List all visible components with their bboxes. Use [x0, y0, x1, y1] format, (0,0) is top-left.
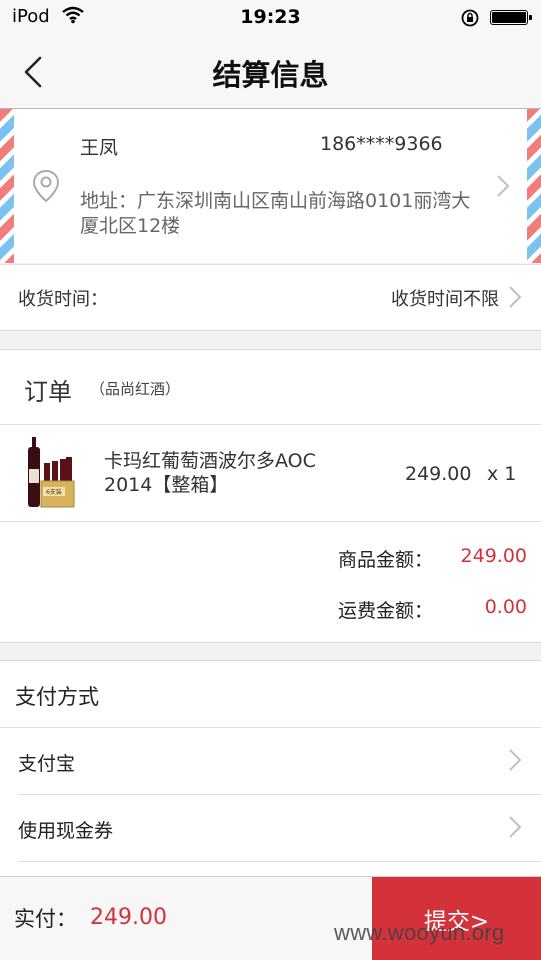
shipping-fee-label: 运费金额： — [338, 600, 434, 622]
nav-bar: 结算信息 — [0, 36, 541, 109]
location-pin-icon — [32, 169, 60, 207]
order-header: 订单 （品尚红酒） — [0, 350, 541, 425]
submit-order-button[interactable]: 提交> — [372, 877, 541, 960]
goods-amount-label: 商品金额： — [338, 549, 434, 571]
chevron-right-icon — [507, 814, 523, 844]
chevron-right-icon — [507, 747, 523, 777]
payment-option-alipay[interactable]: 支付宝 — [0, 727, 541, 794]
delivery-time-row[interactable]: 收货时间： 收货时间不限 — [0, 264, 541, 331]
store-name: （品尚红酒） — [90, 380, 181, 398]
order-section: 订单 （品尚红酒） 6支装 卡玛红葡萄酒波尔多AOC 2014【整箱】 249.… — [0, 349, 541, 643]
recipient-phone: 186****9366 — [320, 133, 443, 155]
delivery-time-value: 收货时间不限 — [391, 289, 499, 310]
checkout-bottom-bar: 实付： 249.00 提交> — [0, 876, 541, 960]
shipping-address-card[interactable]: 王凤 186****9366 地址：广东深圳南山区南山前海路0101丽湾大厦北区… — [0, 109, 541, 263]
payment-option-label: 支付宝 — [18, 753, 76, 775]
payment-method-title: 支付方式 — [15, 685, 99, 709]
product-name: 卡玛红葡萄酒波尔多AOC 2014【整箱】 — [104, 450, 316, 496]
product-quantity: x 1 — [487, 463, 517, 485]
checkout-screen: iPod 19:23 结算信息 王凤 186****9366 地址：广东深圳南山… — [0, 0, 541, 960]
order-title: 订单 — [24, 378, 72, 406]
address-detail: 地址：广东深圳南山区南山前海路0101丽湾大厦北区12楼 — [80, 190, 471, 237]
delivery-time-label: 收货时间： — [18, 289, 108, 310]
battery-icon — [490, 10, 532, 25]
airmail-border-right — [527, 109, 541, 263]
chevron-right-icon — [507, 284, 523, 314]
status-bar: iPod 19:23 — [0, 0, 541, 36]
divider — [18, 861, 541, 862]
wine-case-thumbnail: 6支装 — [26, 435, 76, 511]
rotation-lock-icon — [460, 8, 480, 32]
shipping-fee-row: 运费金额： 0.00 — [0, 588, 541, 628]
payment-option-label: 使用现金券 — [18, 820, 114, 842]
product-row[interactable]: 6支装 卡玛红葡萄酒波尔多AOC 2014【整箱】 249.00 x 1 — [0, 425, 541, 522]
goods-amount-row: 商品金额： 249.00 — [0, 537, 541, 577]
divider — [0, 727, 541, 728]
page-title: 结算信息 — [212, 58, 329, 92]
amount-due-label: 实付： — [14, 907, 77, 931]
divider — [18, 794, 541, 795]
payment-section: 支付方式 支付宝 使用现金券 — [0, 660, 541, 877]
chevron-right-icon — [495, 173, 511, 203]
recipient-name: 王凤 — [80, 137, 119, 159]
product-price: 249.00 — [405, 463, 472, 485]
airmail-border-left — [0, 109, 14, 263]
use-cash-coupon-row[interactable]: 使用现金券 — [0, 794, 541, 861]
goods-amount-value: 249.00 — [460, 545, 527, 567]
amount-due-value: 249.00 — [90, 905, 167, 930]
case-label: 6支装 — [46, 488, 62, 496]
shipping-fee-value: 0.00 — [484, 596, 527, 618]
list-end — [0, 861, 541, 877]
